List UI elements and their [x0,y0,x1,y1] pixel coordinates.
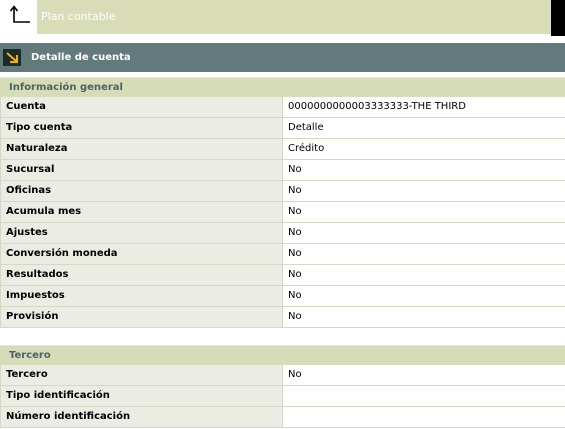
section-title-tercero: Tercero [0,345,565,365]
row-label: Número identificación [0,407,283,427]
general-info-section: Información general Cuenta 00000000000033… [0,77,565,328]
row-label: Tipo identificación [0,386,283,406]
row-label: Acumula mes [0,202,283,222]
row-value: No [283,181,565,201]
row-value: Crédito [283,139,565,159]
row-value: Detalle [283,118,565,138]
table-row: Tipo identificación [0,386,565,407]
table-row: Tercero No [0,365,565,386]
table-row: Resultados No [0,265,565,286]
table-row: Tipo cuenta Detalle [0,118,565,139]
row-label: Sucursal [0,160,283,180]
row-label: Oficinas [0,181,283,201]
back-arrow-icon [9,5,30,23]
expand-arrow-icon[interactable] [3,49,21,66]
row-label: Cuenta [0,97,283,117]
row-label: Naturaleza [0,139,283,159]
top-bar: Plan contable [0,0,565,36]
row-label: Conversión moneda [0,244,283,264]
row-label: Tercero [0,365,283,385]
row-value: No [283,265,565,285]
row-value: No [283,202,565,222]
row-label: Provisión [0,307,283,327]
detail-title: Detalle de cuenta [31,52,131,63]
tercero-section: Tercero Tercero No Tipo identificación Núme… [0,345,565,428]
row-value: No [283,223,565,243]
row-label: Tipo cuenta [0,118,283,138]
row-value: No [283,160,565,180]
table-row: Número identificación [0,407,565,428]
row-value: No [283,307,565,327]
row-value: 0000000000003333333-THE THIRD [283,97,565,117]
table-row: Provisión No [0,307,565,328]
table-row: Acumula mes No [0,202,565,223]
row-value [283,386,565,406]
row-value [283,407,565,427]
back-button[interactable] [0,0,37,36]
row-label: Resultados [0,265,283,285]
top-bar-edge [551,0,565,36]
table-row: Ajustes No [0,223,565,244]
table-row: Cuenta 0000000000003333333-THE THIRD [0,97,565,118]
detail-header: Detalle de cuenta [0,43,565,72]
table-row: Oficinas No [0,181,565,202]
row-value: No [283,286,565,306]
row-label: Ajustes [0,223,283,243]
table-row: Impuestos No [0,286,565,307]
table-row: Naturaleza Crédito [0,139,565,160]
row-value: No [283,244,565,264]
section-title-general: Información general [0,77,565,97]
row-label: Impuestos [0,286,283,306]
table-row: Conversión moneda No [0,244,565,265]
row-value: No [283,365,565,385]
page-title: Plan contable [37,0,551,34]
table-row: Sucursal No [0,160,565,181]
